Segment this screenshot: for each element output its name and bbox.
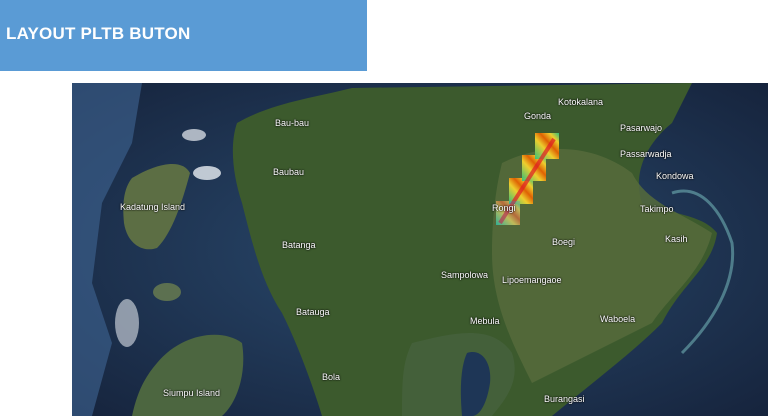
cloud [193,166,221,180]
place-label-kondowa: Kondowa [656,171,694,181]
place-label-burangasi: Burangasi [544,394,585,404]
small-island [153,283,181,301]
place-label-boegi: Boegi [552,237,576,247]
place-label-batanga: Batanga [282,240,316,250]
title-bar: LAYOUT PLTB BUTON [0,0,367,71]
page-title: LAYOUT PLTB BUTON [6,24,191,43]
place-label-kadatung-island: Kadatung Island [120,202,186,212]
place-label-siumpu-island: Siumpu Island [163,388,221,398]
place-label-gonda: Gonda [524,111,552,121]
place-label-waboela: Waboela [600,314,636,324]
place-label-mebula: Mebula [470,316,500,326]
place-label-rongi: Rongi [492,203,516,213]
place-label-batauga: Batauga [296,307,330,317]
cloud [182,129,206,141]
place-label-bola: Bola [322,372,341,382]
satellite-map[interactable]: Kotokalana Gonda Bau-bau Pasarwajo Passa… [72,83,768,416]
south-land [402,333,515,416]
place-label-lipoemangaoe: Lipoemangaoe [502,275,562,285]
place-label-kotokalana: Kotokalana [558,97,604,107]
place-label-sampolowa: Sampolowa [441,270,489,280]
place-label-takimpo: Takimpo [640,204,674,214]
place-label-pasarwajo: Pasarwajo [620,123,663,133]
place-label-baubau: Baubau [273,167,305,177]
place-label-passarwadja: Passarwadja [620,149,672,159]
place-label-bau-bau-north: Bau-bau [275,118,310,128]
place-label-kasih: Kasih [665,234,688,244]
map-imagery [72,83,768,416]
cloud [115,299,139,347]
